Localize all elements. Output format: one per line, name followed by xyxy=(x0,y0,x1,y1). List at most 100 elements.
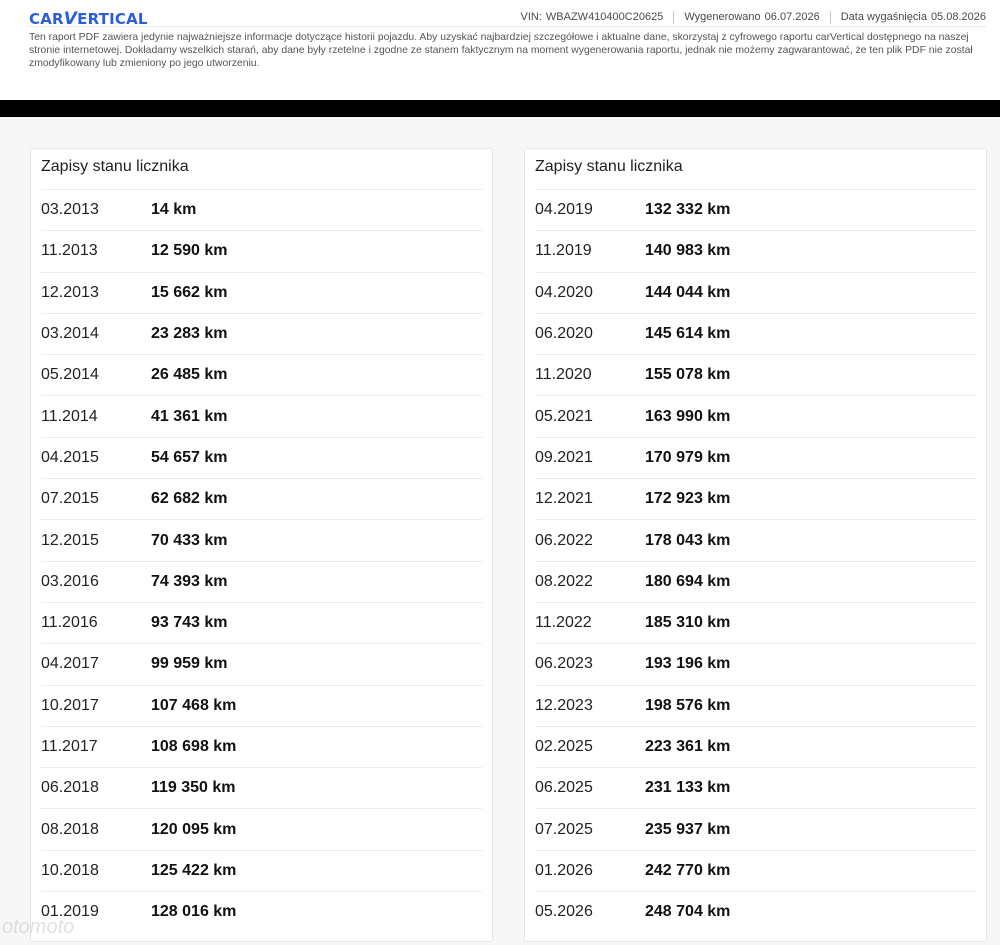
odometer-row: 11.2016 93 743 km xyxy=(41,601,482,643)
record-date: 12.2013 xyxy=(41,283,99,301)
odometer-row: 06.2022 178 043 km xyxy=(535,519,976,560)
disclaimer-text: Ten raport PDF zawiera jedynie najważnie… xyxy=(29,32,973,69)
odometer-list: 04.2019 132 332 km 11.2019 140 983 km 04.202… xyxy=(535,189,976,932)
mileage-value: 145 614 km xyxy=(645,325,731,343)
odometer-row: 06.2018 119 350 km xyxy=(41,767,482,808)
mileage-value: 235 937 km xyxy=(645,820,731,838)
odometer-card-left: Zapisy stanu licznika 03.2013 14 km 11.201… xyxy=(30,148,493,942)
record-date: 10.2017 xyxy=(41,696,99,714)
record-date: 05.2014 xyxy=(41,366,99,384)
mileage-value: 26 485 km xyxy=(151,366,228,384)
mileage-value: 144 044 km xyxy=(645,283,731,301)
report-meta: VIN: WBAZW410400C20625 Wygenerowano 06.0… xyxy=(520,11,986,24)
odometer-row: 06.2025 231 133 km xyxy=(535,767,976,808)
record-date: 04.2015 xyxy=(41,448,99,466)
generated-info: Wygenerowano 06.07.2026 xyxy=(684,11,820,23)
odometer-row: 02.2025 223 361 km xyxy=(535,725,976,767)
odometer-row: 11.2019 140 983 km xyxy=(535,230,976,271)
mileage-value: 185 310 km xyxy=(645,614,731,632)
record-date: 08.2022 xyxy=(535,572,593,590)
mileage-value: 107 468 km xyxy=(151,696,237,714)
odometer-row: 10.2018 125 422 km xyxy=(41,849,482,891)
vin-info: VIN: WBAZW410400C20625 xyxy=(520,11,664,23)
mileage-value: 155 078 km xyxy=(645,366,731,384)
record-date: 03.2014 xyxy=(41,325,99,343)
mileage-value: 132 332 km xyxy=(645,201,731,219)
record-date: 11.2022 xyxy=(535,614,592,632)
record-date: 12.2015 xyxy=(41,531,99,549)
odometer-row: 12.2023 198 576 km xyxy=(535,684,976,726)
record-date: 03.2016 xyxy=(41,572,99,590)
odometer-row: 11.2013 12 590 km xyxy=(41,230,482,271)
mileage-value: 125 422 km xyxy=(151,861,237,879)
mileage-value: 74 393 km xyxy=(151,572,228,590)
odometer-row: 04.2019 132 332 km xyxy=(535,189,976,230)
odometer-row: 04.2020 144 044 km xyxy=(535,271,976,313)
odometer-row: 11.2022 185 310 km xyxy=(535,601,976,643)
odometer-row: 11.2017 108 698 km xyxy=(41,725,482,767)
mileage-value: 41 361 km xyxy=(151,407,228,425)
record-date: 12.2021 xyxy=(535,490,593,508)
odometer-row: 05.2021 163 990 km xyxy=(535,395,976,436)
odometer-row: 08.2018 120 095 km xyxy=(41,808,482,849)
odometer-row: 05.2014 26 485 km xyxy=(41,354,482,395)
record-date: 04.2019 xyxy=(535,201,593,219)
record-date: 06.2020 xyxy=(535,325,593,343)
mileage-value: 15 662 km xyxy=(151,283,228,301)
odometer-list: 03.2013 14 km 11.2013 12 590 km 12.2013 15 66… xyxy=(41,189,482,932)
odometer-row: 07.2015 62 682 km xyxy=(41,478,482,519)
odometer-row: 09.2021 170 979 km xyxy=(535,436,976,478)
odometer-row: 10.2017 107 468 km xyxy=(41,684,482,726)
odometer-row: 03.2016 74 393 km xyxy=(41,560,482,602)
mileage-value: 198 576 km xyxy=(645,696,731,714)
odometer-row: 11.2020 155 078 km xyxy=(535,354,976,395)
odometer-row: 03.2013 14 km xyxy=(41,189,482,230)
mileage-value: 223 361 km xyxy=(645,738,731,755)
odometer-card-right: Zapisy stanu licznika 04.2019 132 332 km 1… xyxy=(524,148,987,942)
record-date: 08.2018 xyxy=(41,820,99,838)
odometer-row: 04.2017 99 959 km xyxy=(41,643,482,684)
record-date: 06.2025 xyxy=(535,779,593,797)
page-separator-bar xyxy=(0,100,1000,117)
meta-divider xyxy=(829,11,831,24)
record-date: 12.2023 xyxy=(535,696,593,714)
mileage-value: 231 133 km xyxy=(645,779,731,797)
mileage-value: 54 657 km xyxy=(151,448,228,466)
odometer-row: 05.2026 248 704 km xyxy=(535,891,976,932)
record-date: 10.2018 xyxy=(41,861,99,879)
mileage-value: 248 704 km xyxy=(645,903,731,921)
mileage-value: 93 743 km xyxy=(151,614,228,632)
mileage-value: 62 682 km xyxy=(151,490,228,508)
record-date: 07.2015 xyxy=(41,490,99,508)
mileage-value: 23 283 km xyxy=(151,325,228,343)
record-date: 11.2020 xyxy=(535,366,592,384)
mileage-value: 119 350 km xyxy=(151,779,236,797)
mileage-value: 120 095 km xyxy=(151,820,237,838)
odometer-row: 03.2014 23 283 km xyxy=(41,312,482,354)
mileage-value: 12 590 km xyxy=(151,242,228,260)
record-date: 05.2021 xyxy=(535,407,593,425)
mileage-value: 242 770 km xyxy=(645,861,731,879)
odometer-row: 06.2020 145 614 km xyxy=(535,312,976,354)
report-header: CARVERTICAL VIN: WBAZW410400C20625 Wygen… xyxy=(0,0,1000,100)
vin-value: WBAZW410400C20625 xyxy=(545,11,664,23)
mileage-value: 180 694 km xyxy=(645,572,731,590)
odometer-row: 01.2019 128 016 km xyxy=(41,891,482,932)
record-date: 03.2013 xyxy=(41,201,99,219)
record-date: 07.2025 xyxy=(535,820,593,838)
mileage-value: 140 983 km xyxy=(645,242,731,260)
odometer-row: 12.2015 70 433 km xyxy=(41,519,482,560)
record-date: 11.2017 xyxy=(41,738,98,755)
header-divider xyxy=(29,26,986,27)
mileage-value: 108 698 km xyxy=(151,738,237,755)
record-date: 06.2022 xyxy=(535,531,593,549)
mileage-value: 172 923 km xyxy=(645,490,731,508)
mileage-value: 170 979 km xyxy=(645,448,731,466)
odometer-row: 06.2023 193 196 km xyxy=(535,643,976,684)
odometer-row: 12.2013 15 662 km xyxy=(41,271,482,313)
record-date: 05.2026 xyxy=(535,903,593,921)
record-date: 04.2017 xyxy=(41,655,99,673)
mileage-value: 163 990 km xyxy=(645,407,731,425)
record-date: 04.2020 xyxy=(535,283,593,301)
record-date: 11.2013 xyxy=(41,242,98,260)
